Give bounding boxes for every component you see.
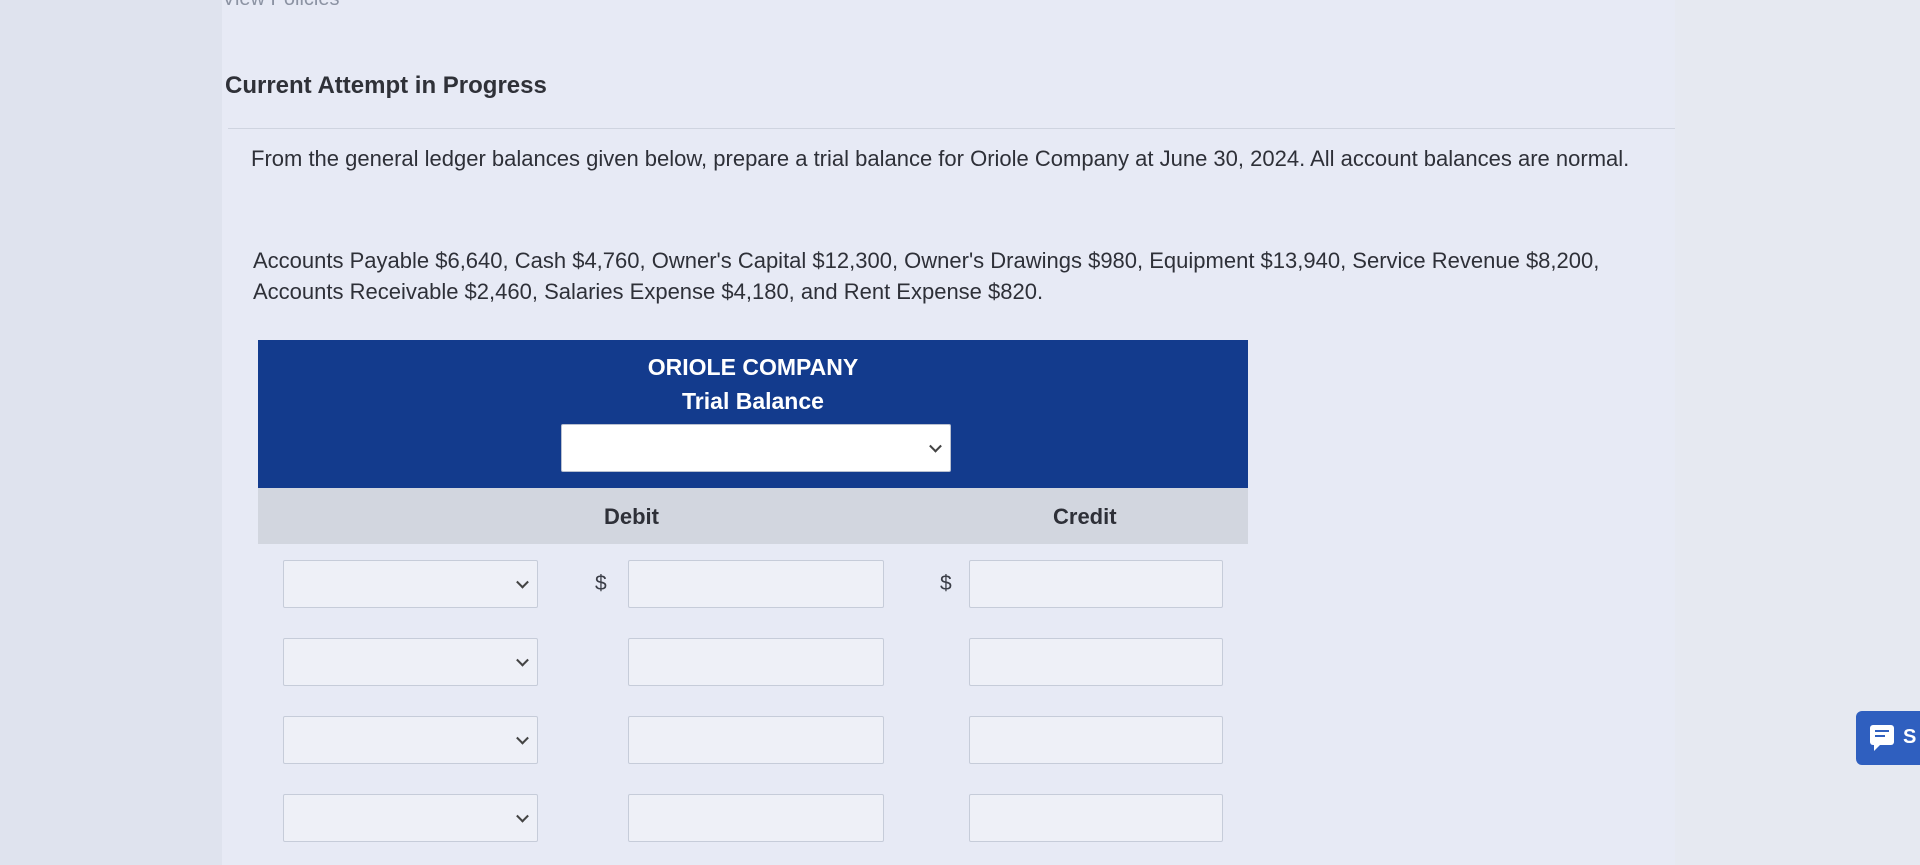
chevron-down-icon	[516, 809, 529, 823]
chat-button[interactable]: S	[1856, 711, 1920, 765]
table-row	[258, 700, 1248, 778]
debit-input[interactable]	[628, 560, 884, 608]
dollar-sign: $	[940, 572, 952, 595]
dollar-sign: $	[595, 572, 607, 595]
chevron-down-icon	[516, 731, 529, 745]
trial-balance-header: ORIOLE COMPANY Trial Balance	[258, 340, 1248, 488]
credit-input[interactable]	[969, 794, 1223, 842]
company-name: ORIOLE COMPANY	[647, 354, 859, 380]
chevron-down-icon	[929, 439, 942, 453]
chat-label: S	[1903, 726, 1917, 748]
table-row	[258, 778, 1248, 856]
account-select[interactable]	[283, 638, 538, 686]
column-headers: Debit Credit	[258, 488, 1248, 544]
account-select[interactable]	[283, 794, 538, 842]
date-select[interactable]	[561, 424, 951, 472]
account-select[interactable]	[283, 716, 538, 764]
debit-input[interactable]	[628, 794, 884, 842]
statement-title: Trial Balance	[682, 388, 824, 414]
credit-input[interactable]	[969, 560, 1223, 608]
credit-input[interactable]	[969, 638, 1223, 686]
credit-column-header: Credit	[1053, 504, 1117, 529]
attempt-status: Current Attempt in Progress	[225, 72, 547, 99]
chevron-down-icon	[516, 653, 529, 667]
problem-instructions: From the general ledger balances given b…	[251, 146, 1630, 171]
ledger-balances: Accounts Payable $6,640, Cash $4,760, Ow…	[253, 248, 1600, 304]
table-row: $ $	[258, 544, 1248, 622]
trial-balance-table: ORIOLE COMPANY Trial Balance Debit Credi…	[258, 340, 1248, 856]
chat-icon	[1870, 725, 1894, 751]
debit-column-header: Debit	[604, 504, 659, 529]
account-select[interactable]	[283, 560, 538, 608]
chevron-down-icon	[516, 575, 529, 589]
table-row	[258, 622, 1248, 700]
debit-input[interactable]	[628, 716, 884, 764]
debit-input[interactable]	[628, 638, 884, 686]
credit-input[interactable]	[969, 716, 1223, 764]
divider	[228, 128, 1675, 129]
view-policies-link[interactable]: View Policies	[222, 0, 339, 11]
